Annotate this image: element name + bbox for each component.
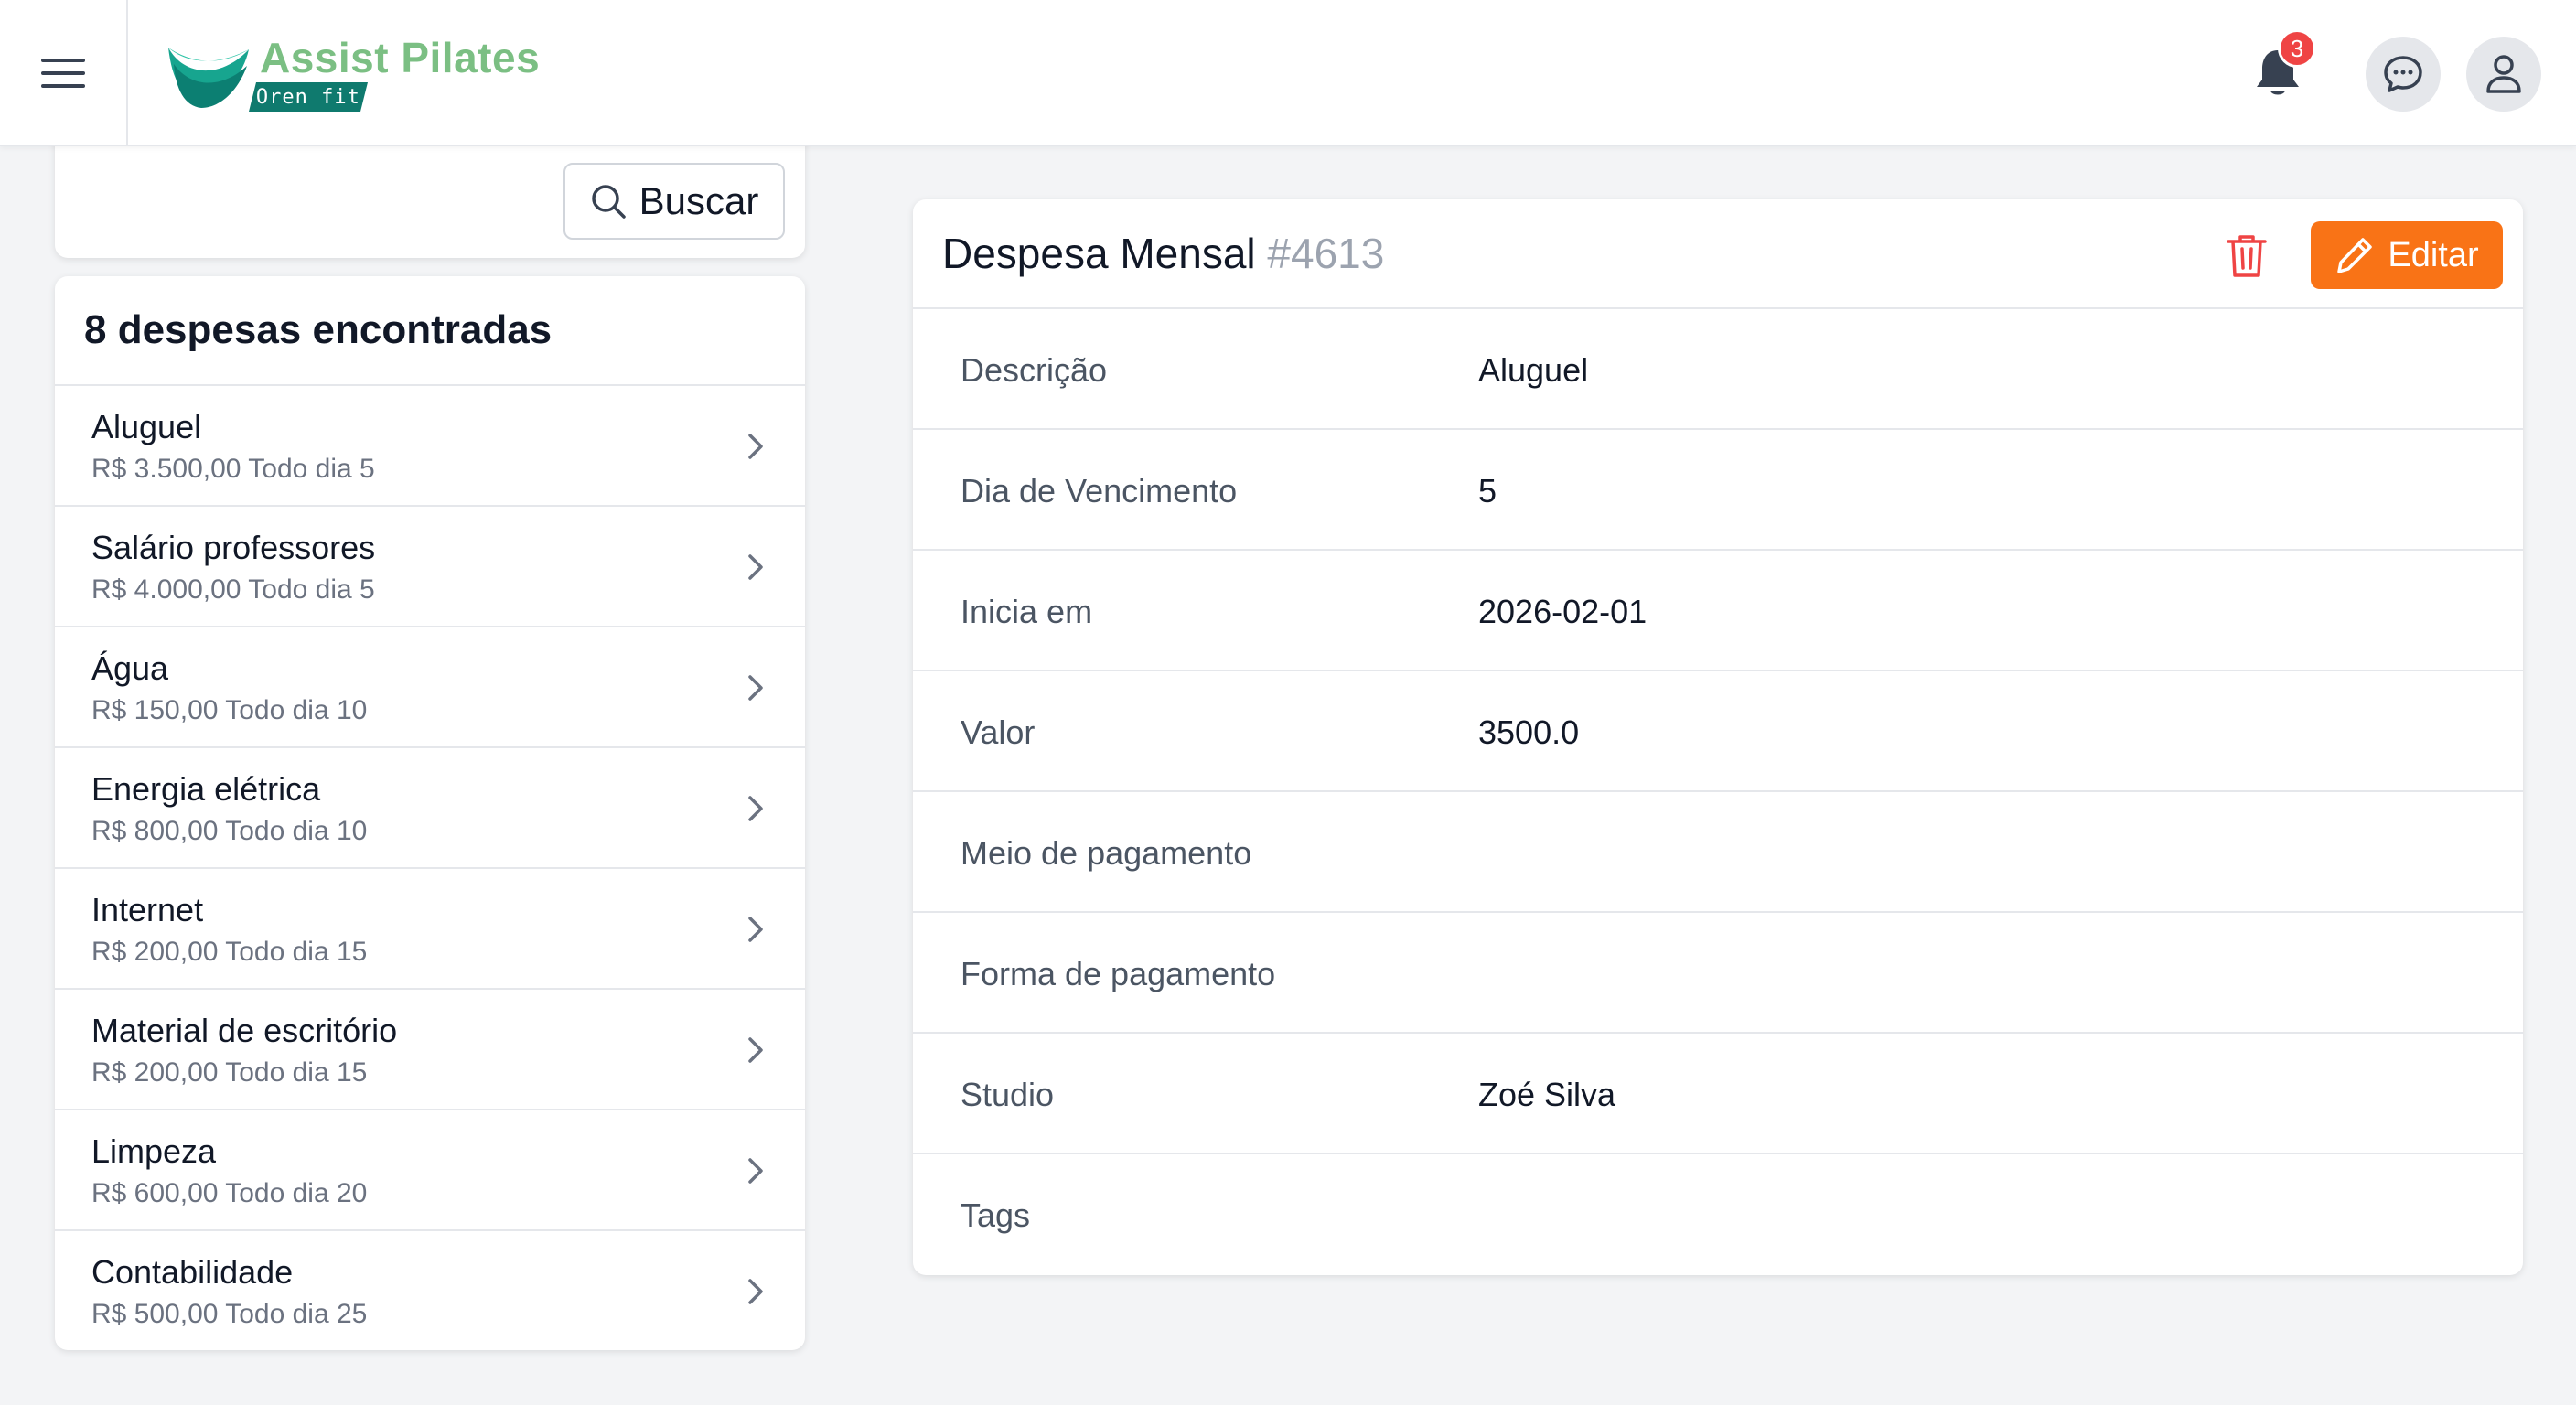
detail-row-label: Tags <box>961 1196 1031 1234</box>
detail-row-dia-vencimento: Dia de Vencimento 5 <box>913 430 2523 551</box>
app-name: Assist Pilates <box>260 34 541 81</box>
list-item[interactable]: Limpeza R$ 600,00 Todo dia 20 <box>55 1110 805 1231</box>
list-item-subtitle: R$ 150,00 Todo dia 10 <box>91 695 368 725</box>
user-icon <box>2486 55 2521 93</box>
top-bar: Assist Pilates Oren fit 3 <box>0 0 2576 146</box>
chat-icon <box>2384 56 2422 92</box>
search-icon <box>591 185 626 219</box>
detail-row-label: Studio <box>961 1076 1055 1113</box>
chevron-right-icon <box>748 675 763 701</box>
detail-row-value: Zoé Silva <box>1478 1076 1616 1113</box>
detail-row-value: Aluguel <box>1478 351 1589 389</box>
list-item-title: Material de escritório <box>91 1012 398 1049</box>
edit-button[interactable]: Editar <box>2311 221 2503 289</box>
list-item[interactable]: Aluguel R$ 3.500,00 Todo dia 5 <box>55 386 805 507</box>
search-button[interactable]: Buscar <box>564 163 785 240</box>
user-menu-button[interactable] <box>2466 37 2541 112</box>
notification-badge: 3 <box>2278 29 2316 68</box>
detail-title: Despesa Mensal #4613 <box>942 229 1384 278</box>
list-item[interactable]: Material de escritório R$ 200,00 Todo di… <box>55 990 805 1110</box>
detail-row-forma-pagamento: Forma de pagamento <box>913 913 2523 1034</box>
chevron-right-icon <box>748 1279 763 1304</box>
trash-icon[interactable] <box>2225 232 2269 280</box>
list-item[interactable]: Água R$ 150,00 Todo dia 10 <box>55 627 805 748</box>
detail-row-label: Descrição <box>961 351 1108 389</box>
search-button-label: Buscar <box>639 179 759 222</box>
chevron-right-icon <box>748 796 763 821</box>
list-item-subtitle: R$ 600,00 Todo dia 20 <box>91 1178 368 1208</box>
detail-row-label: Dia de Vencimento <box>961 472 1238 509</box>
detail-row-value: 3500.0 <box>1478 713 1580 751</box>
list-item-title: Limpeza <box>91 1132 217 1170</box>
list-item-subtitle: R$ 3.500,00 Todo dia 5 <box>91 454 375 484</box>
list-item-subtitle: R$ 800,00 Todo dia 10 <box>91 816 368 846</box>
list-item[interactable]: Internet R$ 200,00 Todo dia 15 <box>55 869 805 990</box>
expense-detail-card: Despesa Mensal #4613 Editar Descrição Al… <box>913 199 2523 1275</box>
list-item-title: Salário professores <box>91 529 376 566</box>
detail-row-label: Inicia em <box>961 593 1093 630</box>
logo-icon <box>168 48 249 108</box>
detail-row-label: Valor <box>961 713 1036 751</box>
list-item-title: Água <box>91 649 169 687</box>
list-item[interactable]: Energia elétrica R$ 800,00 Todo dia 10 <box>55 748 805 869</box>
detail-row-label: Forma de pagamento <box>961 955 1276 992</box>
list-item-title: Aluguel <box>91 408 202 445</box>
list-item-subtitle: R$ 500,00 Todo dia 25 <box>91 1299 368 1329</box>
list-item[interactable]: Contabilidade R$ 500,00 Todo dia 25 <box>55 1231 805 1350</box>
list-item-title: Internet <box>91 891 204 928</box>
list-item-title: Contabilidade <box>91 1253 294 1291</box>
app-logo[interactable]: Assist Pilates Oren fit <box>165 33 540 115</box>
detail-row-tags: Tags <box>913 1154 2523 1275</box>
expense-list-card: 8 despesas encontradas Aluguel R$ 3.500,… <box>55 276 805 1350</box>
edit-button-label: Editar <box>2388 235 2479 274</box>
detail-row-value: 5 <box>1478 472 1497 509</box>
detail-row-descricao: Descrição Aluguel <box>913 309 2523 430</box>
chevron-right-icon <box>748 434 763 459</box>
detail-title-text: Despesa Mensal <box>942 230 1256 277</box>
detail-row-label: Meio de pagamento <box>961 834 1252 872</box>
pencil-icon <box>2337 238 2373 273</box>
detail-header: Despesa Mensal #4613 Editar <box>913 199 2523 309</box>
expense-count: 8 despesas encontradas <box>55 276 805 386</box>
chevron-right-icon <box>748 917 763 942</box>
menu-button[interactable] <box>0 0 128 146</box>
list-item[interactable]: Salário professores R$ 4.000,00 Todo dia… <box>55 507 805 627</box>
list-item-subtitle: R$ 200,00 Todo dia 15 <box>91 937 368 967</box>
chat-button[interactable] <box>2366 37 2441 112</box>
menu-icon <box>41 59 85 88</box>
detail-row-valor: Valor 3500.0 <box>913 671 2523 792</box>
list-item-subtitle: R$ 4.000,00 Todo dia 5 <box>91 574 375 605</box>
chevron-right-icon <box>748 1158 763 1184</box>
list-item-title: Energia elétrica <box>91 770 321 808</box>
chevron-right-icon <box>748 1037 763 1063</box>
detail-row-studio: Studio Zoé Silva <box>913 1034 2523 1154</box>
detail-row-inicia-em: Inicia em 2026-02-01 <box>913 551 2523 671</box>
detail-number: #4613 <box>1267 230 1385 277</box>
detail-row-value: 2026-02-01 <box>1478 593 1648 630</box>
chevron-right-icon <box>748 554 763 580</box>
search-card: Buscar <box>55 137 805 258</box>
detail-row-meio-pagamento: Meio de pagamento <box>913 792 2523 913</box>
app-subtitle: Oren fit <box>249 82 368 112</box>
list-item-subtitle: R$ 200,00 Todo dia 15 <box>91 1057 368 1088</box>
